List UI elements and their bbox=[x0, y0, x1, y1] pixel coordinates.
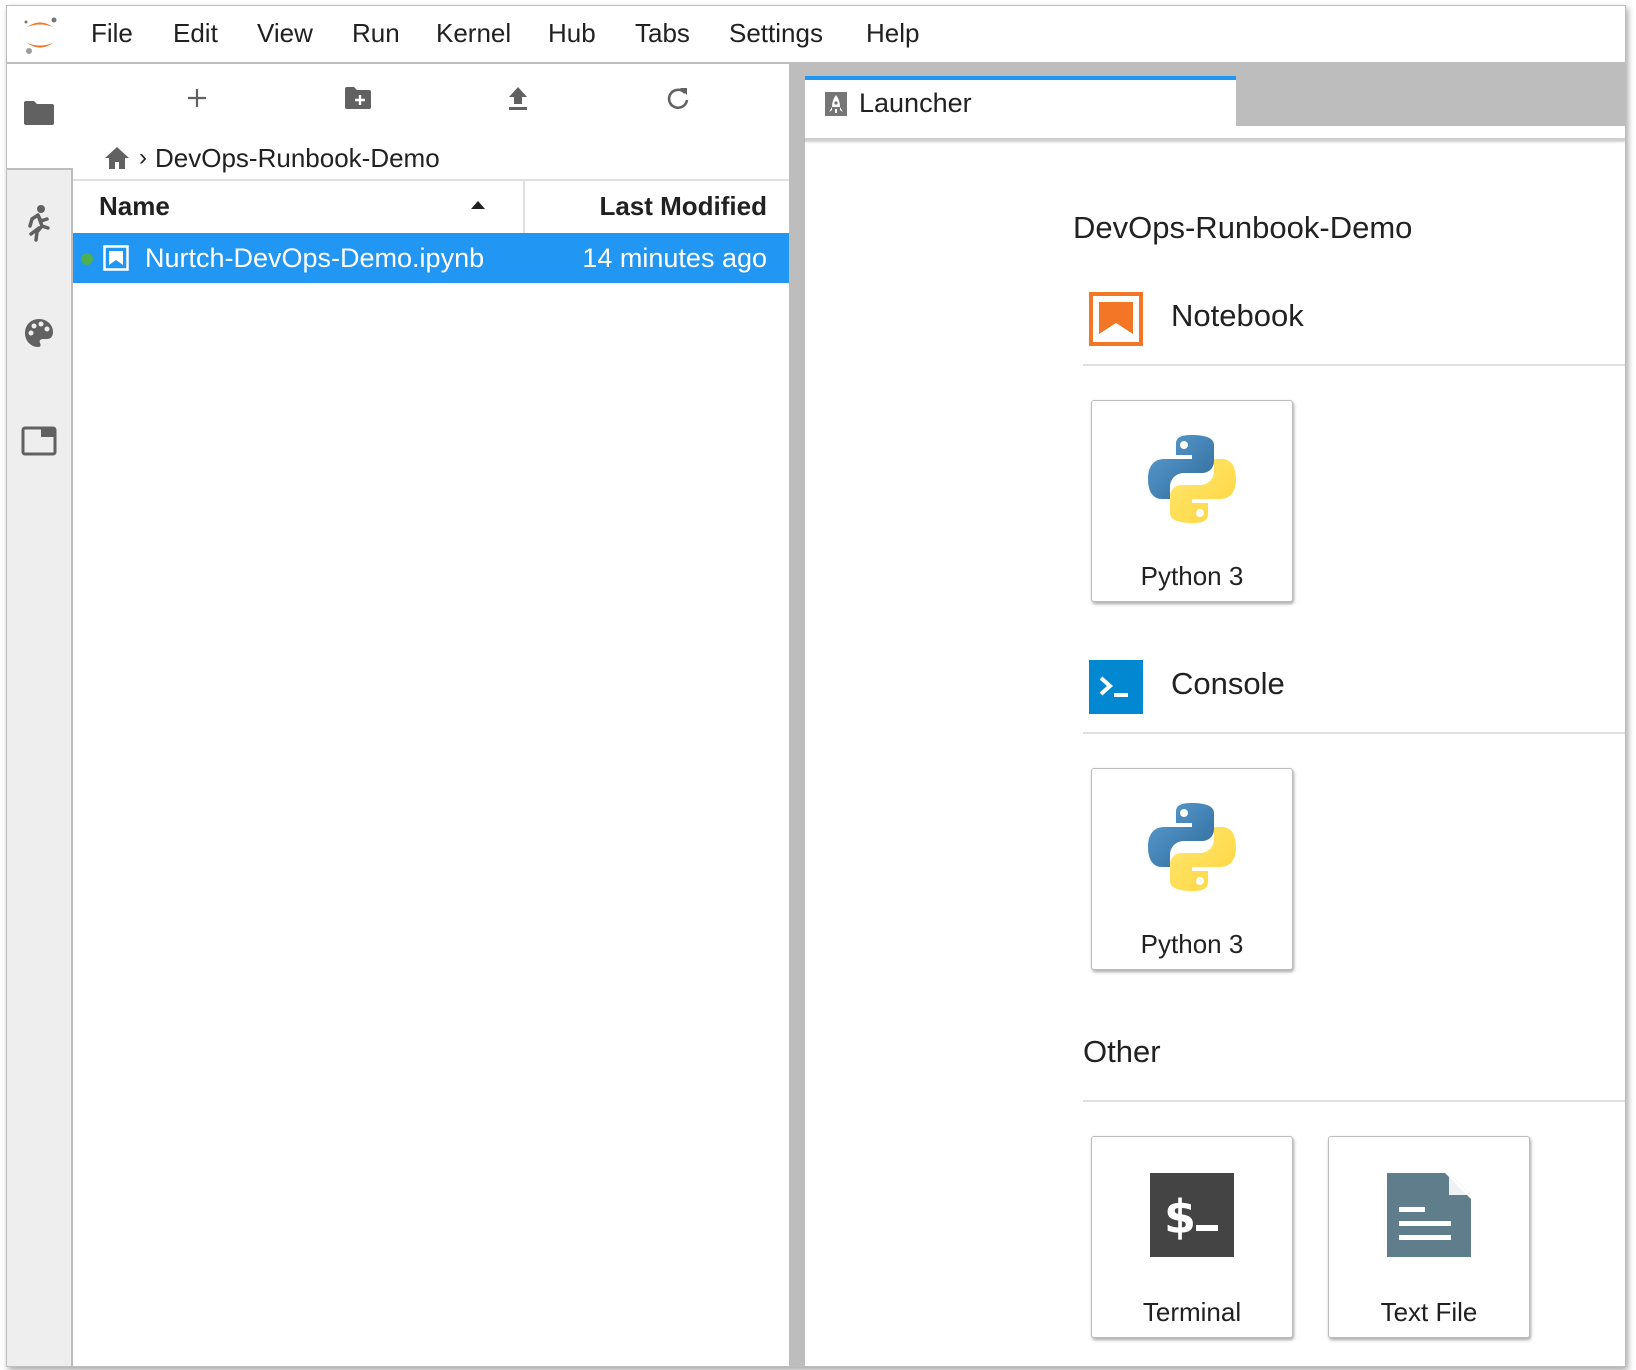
palette-icon bbox=[25, 319, 53, 347]
column-modified-label: Last Modified bbox=[599, 191, 767, 221]
column-header-name[interactable]: Name bbox=[73, 181, 525, 233]
card-label: Python 3 bbox=[1140, 929, 1244, 959]
menu-tabs[interactable]: Tabs bbox=[635, 18, 690, 49]
running-indicator-icon bbox=[81, 253, 93, 265]
tabs-icon bbox=[21, 426, 57, 456]
breadcrumb: › DevOps-Runbook-Demo bbox=[103, 140, 440, 176]
file-name: Nurtch-DevOps-Demo.ipynb bbox=[145, 243, 485, 273]
home-icon[interactable] bbox=[103, 145, 131, 171]
file-last-modified: 14 minutes ago bbox=[582, 243, 767, 273]
card-label: Python 3 bbox=[1140, 561, 1244, 591]
launcher-card-text-file[interactable]: Text File bbox=[1328, 1136, 1530, 1338]
section-console: Console bbox=[1083, 652, 1625, 734]
jupyterlab-window: File Edit View Run Kernel Hub Tabs Setti… bbox=[6, 5, 1626, 1367]
file-browser-panel: › DevOps-Runbook-Demo Name Last Modified… bbox=[73, 64, 789, 1366]
menu-help[interactable]: Help bbox=[866, 18, 919, 49]
sidebar-tab-themes[interactable] bbox=[20, 314, 58, 352]
jupyter-logo-icon bbox=[24, 17, 57, 54]
launcher-card-console-python3[interactable]: Python 3 bbox=[1091, 768, 1293, 970]
new-launcher-button[interactable] bbox=[177, 78, 217, 118]
panel-splitter[interactable] bbox=[789, 64, 805, 1366]
sidebar-tab-file-browser[interactable] bbox=[20, 94, 58, 132]
card-label: Text File bbox=[1380, 1297, 1478, 1327]
launcher-icon bbox=[825, 92, 847, 116]
notebook-icon bbox=[103, 245, 129, 271]
notebook-section-icon bbox=[1089, 292, 1143, 346]
svg-text:$: $ bbox=[1164, 1190, 1196, 1244]
sort-ascending-icon bbox=[471, 201, 485, 209]
menu-hub[interactable]: Hub bbox=[548, 18, 596, 49]
tab-launcher[interactable]: Launcher bbox=[805, 76, 1236, 138]
sidebar-tab-open-tabs[interactable] bbox=[20, 422, 58, 460]
refresh-icon bbox=[667, 88, 689, 110]
menu-bar: File Edit View Run Kernel Hub Tabs Setti… bbox=[7, 6, 1625, 64]
menu-file[interactable]: File bbox=[91, 18, 133, 49]
sidebar-tab-running[interactable] bbox=[20, 204, 58, 242]
section-notebook: Notebook bbox=[1083, 284, 1625, 366]
python-icon bbox=[1148, 803, 1236, 891]
tab-bar-divider bbox=[805, 138, 1625, 141]
tab-bar: Launcher bbox=[805, 64, 1625, 138]
section-console-label: Console bbox=[1171, 666, 1285, 701]
main-dock-panel: Launcher DevOps-Runbook-Demo Notebook Py… bbox=[805, 64, 1625, 1366]
menu-settings[interactable]: Settings bbox=[729, 18, 823, 49]
launcher-card-notebook-python3[interactable]: Python 3 bbox=[1091, 400, 1293, 602]
console-section-icon bbox=[1089, 660, 1143, 714]
menu-view[interactable]: View bbox=[257, 18, 313, 49]
card-label: Terminal bbox=[1142, 1297, 1242, 1327]
section-notebook-label: Notebook bbox=[1171, 298, 1304, 333]
breadcrumb-current-folder[interactable]: DevOps-Runbook-Demo bbox=[155, 143, 440, 174]
plus-icon bbox=[188, 89, 206, 107]
breadcrumb-separator: › bbox=[139, 144, 147, 171]
left-sidebar bbox=[7, 64, 73, 1366]
file-list-header: Name Last Modified bbox=[73, 179, 789, 235]
tab-label: Launcher bbox=[859, 88, 972, 118]
refresh-button[interactable] bbox=[658, 78, 698, 118]
menu-run[interactable]: Run bbox=[352, 18, 400, 49]
new-folder-button[interactable] bbox=[338, 78, 378, 118]
upload-icon bbox=[509, 87, 527, 110]
text-file-icon bbox=[1387, 1173, 1471, 1257]
launcher-card-terminal[interactable]: $ Terminal bbox=[1091, 1136, 1293, 1338]
menu-kernel[interactable]: Kernel bbox=[436, 18, 511, 49]
section-other-label: Other bbox=[1083, 1034, 1161, 1069]
launcher-cwd-title: DevOps-Runbook-Demo bbox=[1073, 210, 1413, 245]
menu-edit[interactable]: Edit bbox=[173, 18, 218, 49]
new-folder-icon bbox=[345, 87, 371, 109]
running-icon bbox=[28, 205, 50, 242]
python-icon bbox=[1148, 435, 1236, 523]
section-other: Other bbox=[1083, 1020, 1625, 1102]
column-header-last-modified[interactable]: Last Modified bbox=[525, 181, 789, 233]
column-name-label: Name bbox=[99, 191, 170, 221]
folder-icon bbox=[24, 101, 54, 125]
terminal-icon: $ bbox=[1150, 1173, 1234, 1257]
upload-button[interactable] bbox=[498, 78, 538, 118]
file-list-item[interactable]: Nurtch-DevOps-Demo.ipynb 14 minutes ago bbox=[73, 233, 789, 283]
